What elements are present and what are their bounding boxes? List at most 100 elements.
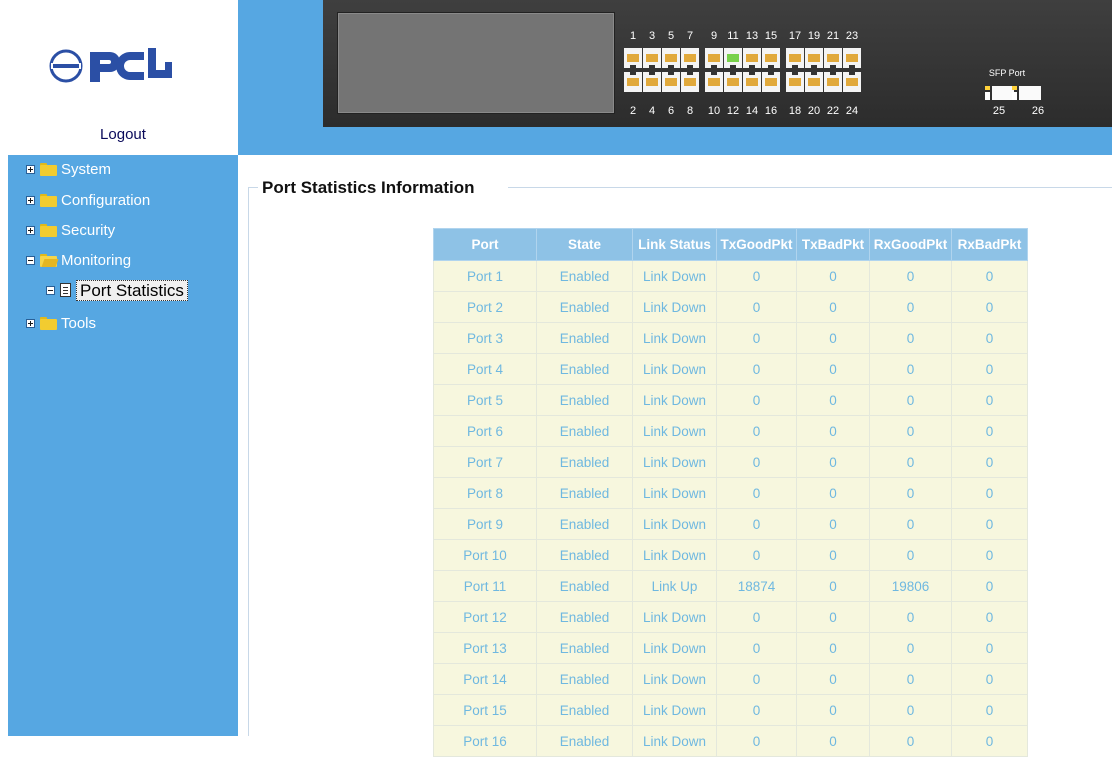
port-icon[interactable] (662, 48, 680, 68)
pci-logo (49, 48, 172, 83)
sfp-port-icon[interactable] (1019, 86, 1041, 100)
port-icon[interactable] (724, 72, 742, 92)
port-icon[interactable] (843, 72, 861, 92)
expand-icon[interactable] (26, 195, 35, 205)
table-cell: Link Down (632, 260, 717, 292)
document-icon (60, 283, 71, 297)
port-icon[interactable] (786, 48, 804, 68)
fieldset-border (508, 187, 1112, 188)
port-number-label: 13 (745, 30, 759, 42)
port-icon[interactable] (705, 72, 723, 92)
table-row: Port 14 Enabled Link Down 0 0 0 0 (433, 663, 1028, 695)
table-row: Port 7 Enabled Link Down 0 0 0 0 (433, 446, 1028, 478)
table-cell: 0 (796, 725, 870, 757)
table-cell: Link Down (632, 446, 717, 478)
sfp-port-number: 25 (992, 105, 1006, 117)
table-cell: 0 (716, 477, 797, 509)
port-icon[interactable] (662, 72, 680, 92)
port-icon[interactable] (681, 72, 699, 92)
port-number-label: 5 (667, 30, 675, 42)
table-cell: Port 6 (433, 415, 537, 447)
port-icon[interactable] (743, 48, 761, 68)
logout-link[interactable]: Logout (8, 126, 238, 143)
table-cell: 0 (716, 446, 797, 478)
table-body: Port 1 Enabled Link Down 0 0 0 0 Port 2 Enabled L… (433, 260, 1028, 757)
port-number-label: 8 (686, 105, 694, 117)
table-row: Port 15 Enabled Link Down 0 0 0 0 (433, 694, 1028, 726)
column-header: Link Status (632, 228, 717, 261)
table-cell: 0 (951, 632, 1028, 664)
port-icon[interactable] (705, 48, 723, 68)
device-display-window (337, 12, 615, 114)
table-cell: Port 13 (433, 632, 537, 664)
nav-item-configuration[interactable]: Configuration (26, 189, 150, 211)
table-cell: Enabled (536, 477, 633, 509)
nav-item-label: Tools (61, 314, 97, 332)
table-cell: Port 15 (433, 694, 537, 726)
nav-item-monitoring[interactable]: Monitoring (26, 249, 131, 271)
nav-item-system[interactable]: System (26, 158, 111, 180)
port-number-label: 10 (707, 105, 721, 117)
port-icon[interactable] (843, 48, 861, 68)
port-icon[interactable] (643, 48, 661, 68)
nav-item-security[interactable]: Security (26, 219, 115, 241)
table-cell: 0 (716, 601, 797, 633)
expand-icon[interactable] (26, 164, 35, 174)
table-cell: 0 (796, 260, 870, 292)
sfp-port-icon[interactable] (992, 86, 1014, 100)
table-cell: Link Down (632, 322, 717, 354)
nav-item-label: Security (61, 221, 116, 239)
column-header: State (536, 228, 633, 261)
table-cell: 0 (796, 291, 870, 323)
table-row: Port 6 Enabled Link Down 0 0 0 0 (433, 415, 1028, 447)
table-row: Port 13 Enabled Link Down 0 0 0 0 (433, 632, 1028, 664)
expand-icon[interactable] (26, 225, 35, 235)
table-cell: 0 (869, 384, 952, 416)
port-icon[interactable] (805, 72, 823, 92)
table-cell: Link Down (632, 508, 717, 540)
port-link-up-icon[interactable] (724, 48, 742, 68)
port-icon[interactable] (681, 48, 699, 68)
port-icon[interactable] (805, 48, 823, 68)
port-icon[interactable] (762, 48, 780, 68)
port-icon[interactable] (824, 72, 842, 92)
table-cell: 0 (716, 260, 797, 292)
table-row: Port 12 Enabled Link Down 0 0 0 0 (433, 601, 1028, 633)
table-cell: Port 10 (433, 539, 537, 571)
table-cell: 0 (869, 353, 952, 385)
table-cell: Port 3 (433, 322, 537, 354)
table-cell: Link Down (632, 353, 717, 385)
port-icon[interactable] (762, 72, 780, 92)
table-cell: 0 (869, 415, 952, 447)
nav-item-label: System (61, 160, 112, 178)
table-cell: 0 (869, 291, 952, 323)
table-row: Port 3 Enabled Link Down 0 0 0 0 (433, 322, 1028, 354)
header-logo-area: Logout (8, 0, 238, 155)
nav-item-tools[interactable]: Tools (26, 312, 96, 334)
table-cell: 0 (716, 539, 797, 571)
folder-icon (40, 193, 57, 207)
port-number-label: 7 (686, 30, 694, 42)
expand-icon[interactable] (26, 318, 35, 328)
table-cell: 0 (716, 632, 797, 664)
column-header: TxBadPkt (796, 228, 870, 261)
port-number-label: 3 (648, 30, 656, 42)
port-number-label: 18 (788, 105, 802, 117)
table-header-row: Port State Link Status TxGoodPkt TxBadPk… (433, 228, 1028, 261)
port-icon[interactable] (624, 48, 642, 68)
table-cell: Enabled (536, 415, 633, 447)
port-icon[interactable] (743, 72, 761, 92)
port-icon[interactable] (824, 48, 842, 68)
table-row: Port 16 Enabled Link Down 0 0 0 0 (433, 725, 1028, 757)
nav-item-label: Port Statistics (76, 279, 188, 301)
port-number-label: 6 (667, 105, 675, 117)
collapse-icon (46, 285, 55, 295)
port-icon[interactable] (643, 72, 661, 92)
port-icon[interactable] (624, 72, 642, 92)
table-row: Port 1 Enabled Link Down 0 0 0 0 (433, 260, 1028, 292)
table-cell: 0 (796, 322, 870, 354)
port-icon[interactable] (786, 72, 804, 92)
collapse-icon[interactable] (26, 255, 35, 265)
nav-item-port-statistics[interactable]: Port Statistics (46, 279, 188, 301)
table-cell: Enabled (536, 260, 633, 292)
